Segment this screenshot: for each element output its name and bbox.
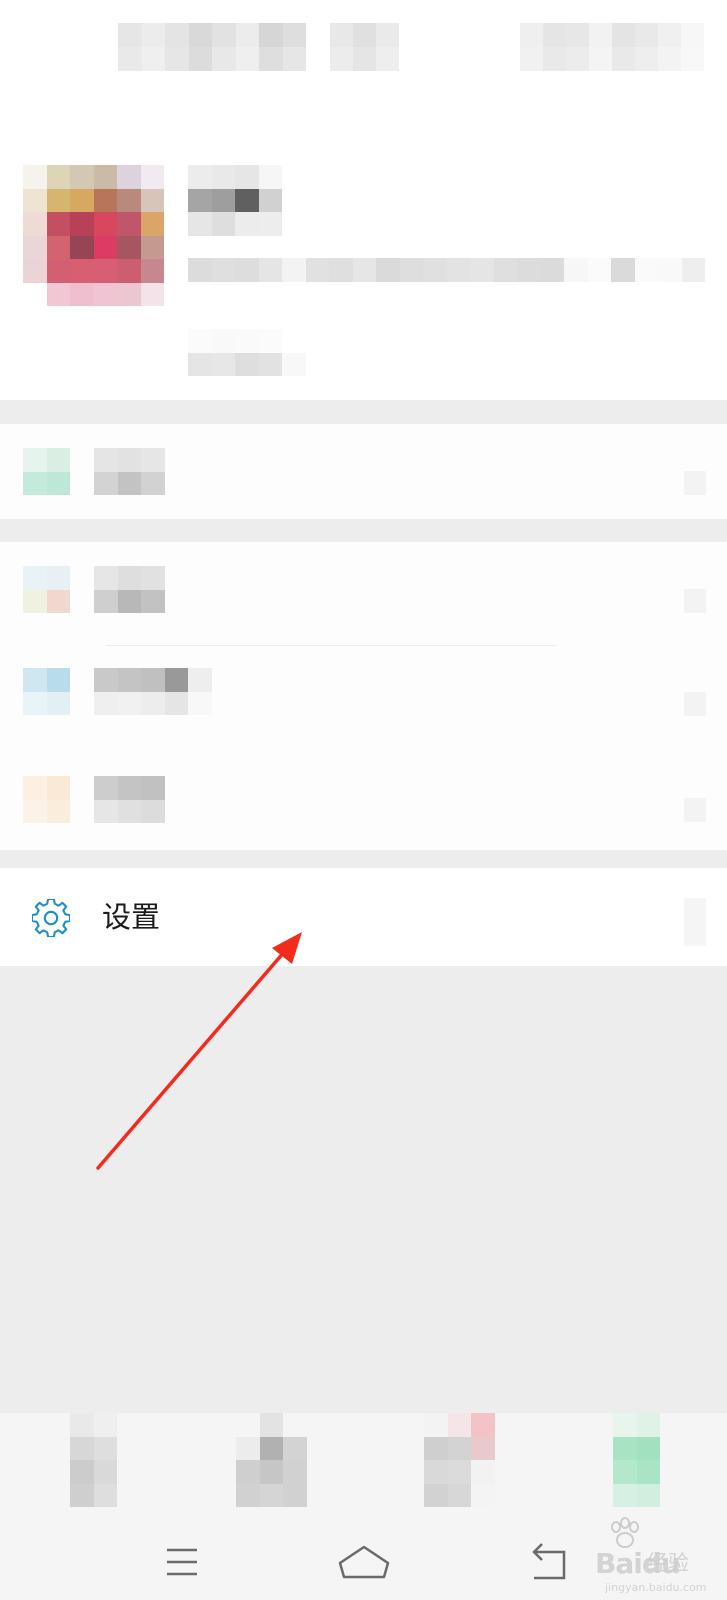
profile-header[interactable] bbox=[0, 95, 727, 400]
chevron-right-icon bbox=[684, 798, 706, 822]
list-item[interactable] bbox=[0, 754, 727, 850]
chevron-right-icon bbox=[684, 898, 706, 946]
home-icon[interactable] bbox=[334, 1533, 394, 1593]
item-icon bbox=[23, 776, 70, 823]
tab-item[interactable] bbox=[424, 1413, 495, 1507]
chevron-right-icon bbox=[684, 692, 706, 716]
chevron-right-icon bbox=[684, 471, 706, 495]
menu-icon[interactable] bbox=[152, 1533, 212, 1593]
item-icon bbox=[23, 668, 70, 715]
item-label bbox=[94, 448, 165, 495]
tab-item[interactable] bbox=[613, 1413, 660, 1507]
chevron-right-icon bbox=[684, 589, 706, 613]
settings-item[interactable]: 设置 bbox=[0, 868, 727, 966]
status-bar-blurred bbox=[0, 0, 727, 95]
menu-section-2 bbox=[0, 542, 727, 850]
menu-section-1 bbox=[0, 424, 727, 519]
baidu-jingyan-watermark: Baidu 经验 jingyan.baidu.com bbox=[585, 1517, 725, 1597]
watermark-text: 经验 bbox=[647, 1551, 689, 1575]
list-item[interactable] bbox=[0, 542, 727, 642]
item-label bbox=[94, 668, 212, 715]
back-icon[interactable] bbox=[520, 1533, 580, 1593]
bottom-tab-bar bbox=[0, 1413, 727, 1523]
list-item[interactable] bbox=[0, 424, 727, 519]
tab-item[interactable] bbox=[70, 1413, 117, 1507]
item-icon bbox=[23, 566, 70, 613]
item-label bbox=[94, 566, 165, 613]
avatar bbox=[23, 165, 164, 306]
list-item[interactable] bbox=[0, 648, 727, 748]
paw-icon bbox=[611, 1517, 639, 1548]
settings-label: 设置 bbox=[102, 900, 161, 934]
tab-item[interactable] bbox=[236, 1413, 307, 1507]
watermark-url: jingyan.baidu.com bbox=[605, 1581, 707, 1594]
item-label bbox=[94, 776, 165, 823]
item-icon bbox=[23, 448, 70, 495]
gear-icon bbox=[32, 899, 70, 937]
